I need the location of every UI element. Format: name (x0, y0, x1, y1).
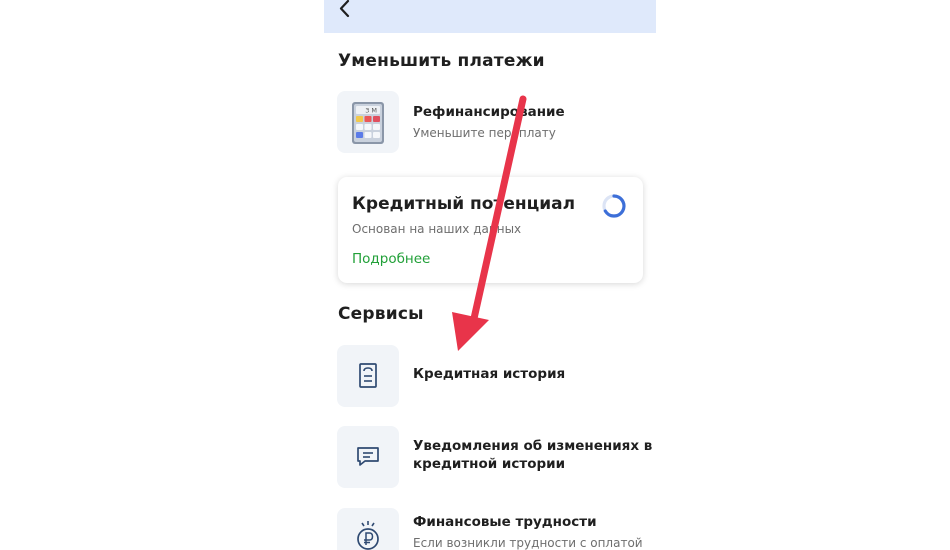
financial-difficulties-title: Финансовые трудности (413, 514, 597, 530)
service-item-credit-history[interactable]: Кредитная история (337, 345, 647, 409)
more-link[interactable]: Подробнее (352, 251, 430, 267)
refinance-item[interactable]: 3 M Рефинансирование Уменьшите переплату (337, 91, 647, 155)
section-title-services: Сервисы (338, 304, 424, 324)
app-screen: Уменьшить платежи 3 M Рефинансирование У… (324, 0, 656, 550)
section-title-reduce-payments: Уменьшить платежи (338, 51, 545, 71)
notifications-title-line2: кредитной истории (413, 456, 566, 472)
financial-difficulties-subtitle: Если возникли трудности с оплатой (413, 536, 643, 550)
credit-history-title: Кредитная история (413, 366, 566, 382)
chat-icon (357, 447, 379, 466)
service-item-notifications[interactable]: Уведомления об изменениях в кредитной ис… (337, 426, 652, 490)
chevron-left-icon[interactable] (334, 0, 356, 20)
calculator-icon: 3 M (352, 102, 384, 144)
service-item-financial-difficulties[interactable]: Финансовые трудности Если возникли трудн… (337, 508, 647, 550)
calculator-icon-tile: 3 M (337, 91, 399, 153)
notifications-title-line1: Уведомления об изменениях в (413, 438, 653, 454)
chat-icon-tile (337, 426, 399, 488)
spinner-icon (602, 194, 626, 218)
document-icon (359, 363, 377, 388)
top-bar (324, 0, 656, 33)
ruble-coin-icon (357, 521, 379, 550)
calculator-display-text: 3 M (365, 107, 377, 115)
refinance-subtitle: Уменьшите переплату (413, 126, 556, 140)
refinance-title: Рефинансирование (413, 104, 565, 120)
credit-potential-title: Кредитный потенциал (352, 194, 576, 214)
screenshot: Уменьшить платежи 3 M Рефинансирование У… (0, 0, 950, 550)
credit-potential-card[interactable]: Кредитный потенциал Основан на наших дан… (338, 177, 643, 283)
ruble-coin-icon-tile (337, 508, 399, 550)
credit-potential-subtitle: Основан на наших данных (352, 222, 522, 236)
document-icon-tile (337, 345, 399, 407)
